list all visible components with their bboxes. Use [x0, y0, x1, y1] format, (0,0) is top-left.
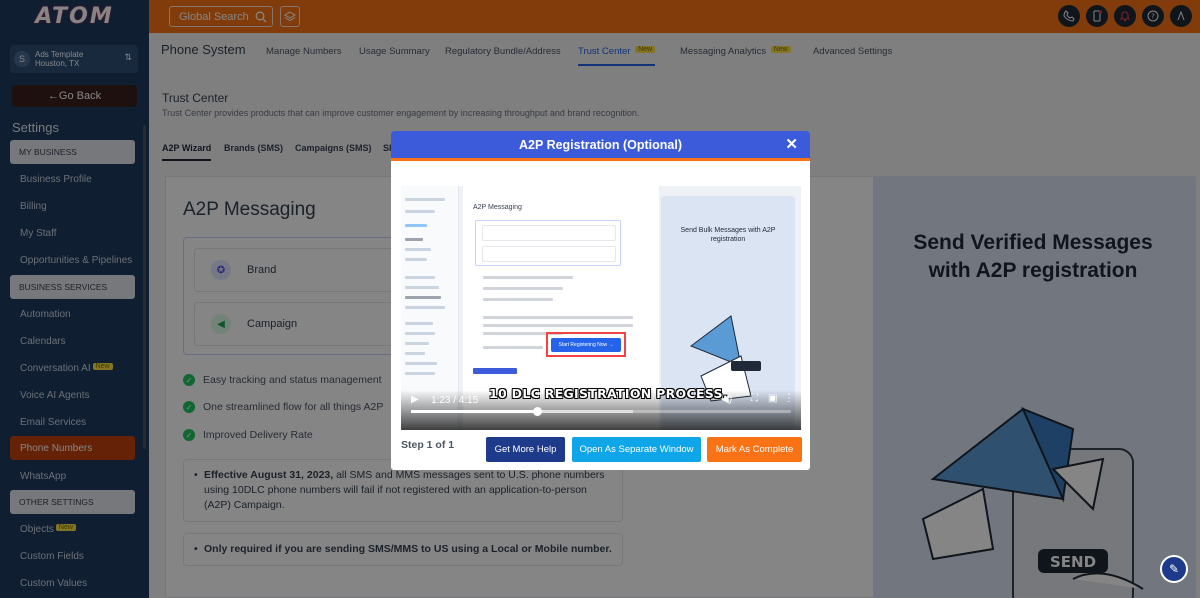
video-mini-box	[475, 220, 621, 266]
get-more-help-button[interactable]: Get More Help	[486, 437, 565, 462]
video-progress-fill	[411, 410, 537, 413]
video-progress-knob[interactable]	[533, 407, 542, 416]
start-registering-preview: Start Registering Now →	[551, 337, 621, 352]
video-caption: 10 DLC REGISTRATION PROCESS.	[489, 386, 728, 401]
a2p-registration-modal: A2P Registration (Optional) ✕ A2P Messag…	[391, 131, 810, 470]
chat-widget-button[interactable]: ✎	[1160, 555, 1188, 583]
more-options-icon[interactable]: ⋮	[784, 393, 794, 404]
open-separate-window-button[interactable]: Open As Separate Window	[572, 437, 701, 462]
modal-title: A2P Registration (Optional)	[519, 137, 682, 152]
volume-icon[interactable]: ◀)	[721, 394, 732, 405]
play-icon[interactable]: ▶	[411, 394, 419, 405]
close-icon[interactable]: ✕	[785, 135, 798, 153]
chat-widget-icon: ✎	[1168, 562, 1180, 576]
start-registering-highlight: Start Registering Now →	[546, 332, 626, 357]
step-indicator: Step 1 of 1	[401, 439, 455, 451]
video-time: 1:23 / 4:15	[431, 395, 479, 406]
picture-in-picture-icon[interactable]: ▣	[768, 393, 777, 404]
mark-as-complete-button[interactable]: Mark As Complete	[707, 437, 802, 462]
fullscreen-icon[interactable]: ⛶	[751, 393, 758, 404]
video-promo-text: Send Bulk Messages with A2P registration	[680, 227, 776, 243]
tutorial-video[interactable]: A2P Messaging Start Registering Now → Se…	[401, 186, 801, 430]
video-mini-title: A2P Messaging	[473, 204, 522, 211]
modal-header: A2P Registration (Optional) ✕	[391, 131, 810, 161]
